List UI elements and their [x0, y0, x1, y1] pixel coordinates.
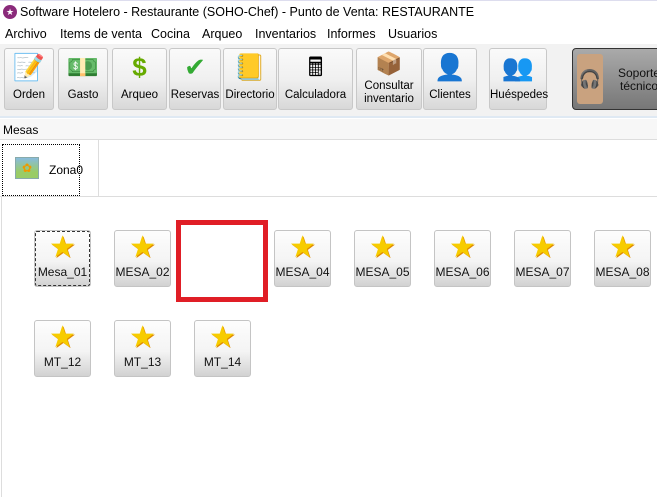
- gasto-button[interactable]: 💵 Gasto: [58, 48, 108, 110]
- guests-icon: 👥: [501, 52, 535, 82]
- user-icon: 👤: [433, 52, 467, 82]
- table-button[interactable]: ★ MT_12: [34, 320, 91, 377]
- address-book-icon: 📒: [233, 52, 267, 82]
- star-icon: ★: [49, 231, 76, 264]
- divider: [1, 197, 2, 497]
- menu-archivo[interactable]: Archivo: [5, 27, 47, 41]
- table-button[interactable]: ★ Mesa_01: [34, 230, 91, 287]
- calculator-icon: 🖩: [307, 52, 324, 82]
- star-icon: ★: [129, 321, 156, 354]
- highlighted-empty-slot: [176, 220, 268, 302]
- divider: [98, 140, 99, 196]
- calendar-check-icon: ✔: [184, 52, 206, 82]
- menu-inventarios[interactable]: Inventarios: [255, 27, 316, 41]
- zone-label: Zona0: [49, 163, 84, 177]
- consultar-inventario-button[interactable]: 📦 Consultar inventario: [356, 48, 422, 110]
- order-sheet-icon: 📝: [12, 52, 46, 82]
- star-icon: ★: [449, 231, 476, 264]
- table-button[interactable]: ★ MESA_04: [274, 230, 331, 287]
- menu-usuarios[interactable]: Usuarios: [388, 27, 437, 41]
- calculadora-button[interactable]: 🖩 Calculadora: [278, 48, 353, 110]
- star-icon: ★: [49, 321, 76, 354]
- mesas-label: Mesas: [3, 123, 39, 137]
- table-button[interactable]: ★ MESA_02: [114, 230, 171, 287]
- money-bundle-icon: 💵: [66, 52, 100, 82]
- table-button[interactable]: ★ MT_13: [114, 320, 171, 377]
- mesas-header: [0, 119, 657, 140]
- toolbar: 📝 Orden 💵 Gasto $ Arqueo ✔ Reservas 📒 Directo…: [0, 44, 657, 118]
- clientes-button[interactable]: 👤 Clientes: [423, 48, 477, 110]
- soporte-tecnico-button[interactable]: 🎧 Soporte técnico: [572, 48, 657, 110]
- directorio-button[interactable]: 📒 Directorio: [223, 48, 277, 110]
- table-button[interactable]: ★ MESA_07: [514, 230, 571, 287]
- divider: [0, 196, 657, 197]
- reservas-button[interactable]: ✔ Reservas: [169, 48, 221, 110]
- star-icon: ★: [289, 231, 316, 264]
- arqueo-button[interactable]: $ Arqueo: [112, 48, 167, 110]
- menu-bar: Archivo Items de venta Cocina Arqueo Inv…: [0, 24, 657, 44]
- menu-informes[interactable]: Informes: [327, 27, 376, 41]
- orden-button[interactable]: 📝 Orden: [4, 48, 54, 110]
- table-button[interactable]: ★ MT_14: [194, 320, 251, 377]
- menu-arqueo[interactable]: Arqueo: [202, 27, 242, 41]
- app-logo-icon: ★: [3, 5, 17, 19]
- window-title: Software Hotelero - Restaurante (SOHO-Ch…: [20, 5, 475, 19]
- dollar-icon: $: [132, 52, 147, 82]
- menu-cocina[interactable]: Cocina: [151, 27, 190, 41]
- table-button[interactable]: ★ MESA_08: [594, 230, 651, 287]
- star-icon: ★: [369, 231, 396, 264]
- star-icon: ★: [129, 231, 156, 264]
- table-button[interactable]: ★ MESA_06: [434, 230, 491, 287]
- support-agent-icon: 🎧: [577, 54, 603, 104]
- table-button[interactable]: ★ MESA_05: [354, 230, 411, 287]
- star-icon: ★: [209, 321, 236, 354]
- menu-items-de-venta[interactable]: Items de venta: [60, 27, 142, 41]
- star-icon: ★: [529, 231, 556, 264]
- box-icon: 📦: [375, 51, 403, 76]
- star-icon: ★: [609, 231, 636, 264]
- sunflower-image-icon: ✿: [15, 157, 39, 179]
- huespedes-button[interactable]: 👥 Huéspedes: [489, 48, 548, 110]
